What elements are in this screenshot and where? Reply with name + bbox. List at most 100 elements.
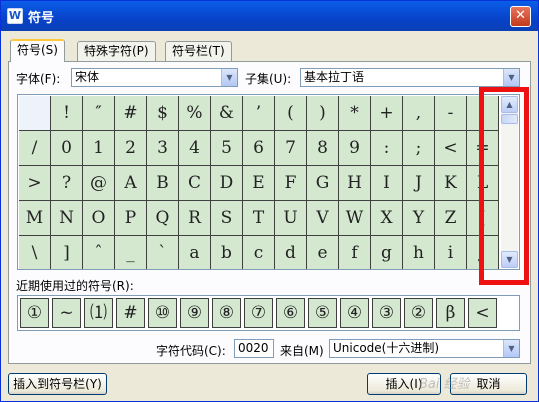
recent-symbol-cell[interactable]: ④: [340, 298, 369, 328]
symbol-cell[interactable]: 0: [51, 131, 83, 166]
recent-symbol-cell[interactable]: ⑤: [308, 298, 337, 328]
recent-symbol-cell[interactable]: <: [468, 298, 497, 328]
symbol-cell[interactable]: [: [467, 201, 499, 236]
symbol-cell[interactable]: J: [403, 166, 435, 201]
symbol-cell[interactable]: C: [179, 166, 211, 201]
symbol-cell[interactable]: !: [51, 96, 83, 131]
symbol-cell[interactable]: /: [19, 131, 51, 166]
symbol-cell[interactable]: b: [211, 236, 243, 269]
symbol-cell[interactable]: e: [307, 236, 339, 269]
title-bar[interactable]: W 符号 ✕: [1, 1, 538, 31]
recent-symbol-cell[interactable]: ⑩: [148, 298, 177, 328]
symbol-cell[interactable]: 7: [275, 131, 307, 166]
symbol-cell[interactable]: h: [403, 236, 435, 269]
symbol-cell[interactable]: ˆ: [83, 236, 115, 269]
symbol-cell[interactable]: 9: [339, 131, 371, 166]
symbol-cell[interactable]: +: [371, 96, 403, 131]
symbol-cell[interactable]: F: [275, 166, 307, 201]
symbol-cell[interactable]: G: [307, 166, 339, 201]
tab-special-chars[interactable]: 特殊字符(P): [77, 41, 156, 61]
symbol-cell[interactable]: P: [115, 201, 147, 236]
symbol-cell[interactable]: *: [339, 96, 371, 131]
symbol-cell[interactable]: 5: [211, 131, 243, 166]
symbol-cell[interactable]: I: [371, 166, 403, 201]
symbol-cell[interactable]: M: [19, 201, 51, 236]
symbol-cell[interactable]: -: [435, 96, 467, 131]
recent-symbol-cell[interactable]: ~: [52, 298, 81, 328]
recent-symbol-cell[interactable]: β: [436, 298, 465, 328]
symbol-cell[interactable]: T: [243, 201, 275, 236]
symbol-cell[interactable]: j: [467, 236, 499, 269]
symbol-cell[interactable]: i: [435, 236, 467, 269]
recent-symbol-cell[interactable]: ①: [20, 298, 49, 328]
recent-symbol-cell[interactable]: ②: [404, 298, 433, 328]
symbol-cell[interactable]: _: [115, 236, 147, 269]
insert-to-symbol-bar-button[interactable]: 插入到符号栏(Y): [8, 373, 107, 395]
symbol-cell[interactable]: f: [339, 236, 371, 269]
tab-symbol-bar[interactable]: 符号栏(T): [165, 41, 232, 61]
symbol-cell[interactable]: Y: [403, 201, 435, 236]
symbol-cell[interactable]: B: [147, 166, 179, 201]
symbol-cell[interactable]: N: [51, 201, 83, 236]
recent-symbol-cell[interactable]: ⑧: [212, 298, 241, 328]
symbol-cell[interactable]: E: [243, 166, 275, 201]
symbol-cell[interactable]: ;: [403, 131, 435, 166]
symbol-cell[interactable]: L: [467, 166, 499, 201]
symbol-cell[interactable]: #: [115, 96, 147, 131]
cancel-button[interactable]: 取消: [450, 373, 527, 395]
symbol-cell[interactable]: V: [307, 201, 339, 236]
symbol-cell[interactable]: ]: [51, 236, 83, 269]
symbol-cell[interactable]: >: [19, 166, 51, 201]
symbol-cell[interactable]: 8: [307, 131, 339, 166]
symbol-cell[interactable]: &: [211, 96, 243, 131]
symbol-cell[interactable]: @: [83, 166, 115, 201]
symbol-cell[interactable]: (: [275, 96, 307, 131]
font-select[interactable]: 宋体 ▼: [71, 68, 238, 87]
symbol-cell[interactable]: ?: [51, 166, 83, 201]
symbol-cell[interactable]: Q: [147, 201, 179, 236]
chevron-down-icon[interactable]: ▼: [221, 69, 237, 86]
symbol-cell[interactable]: O: [83, 201, 115, 236]
recent-symbol-cell[interactable]: ⑥: [276, 298, 305, 328]
symbol-cell[interactable]: g: [371, 236, 403, 269]
symbol-grid[interactable]: ! ″ # $% &’() * +, -. /0 1 2 3 4 5 6 7 8 9:; < = >? @ A B C D E F G H…: [19, 96, 502, 269]
symbol-cell[interactable]: :: [371, 131, 403, 166]
symbol-cell[interactable]: W: [339, 201, 371, 236]
symbol-cell[interactable]: 3: [147, 131, 179, 166]
symbol-cell[interactable]: =: [467, 131, 499, 166]
symbol-cell[interactable]: <: [435, 131, 467, 166]
recent-symbol-cell[interactable]: ③: [372, 298, 401, 328]
symbol-cell[interactable]: S: [211, 201, 243, 236]
symbol-cell[interactable]: X: [371, 201, 403, 236]
scroll-up-icon[interactable]: ▲: [501, 96, 518, 113]
recent-symbol-cell[interactable]: ⑦: [244, 298, 273, 328]
symbol-cell[interactable]: c: [243, 236, 275, 269]
symbol-cell[interactable]: 6: [243, 131, 275, 166]
tab-symbols[interactable]: 符号(S): [10, 39, 65, 62]
symbol-cell[interactable]: H: [339, 166, 371, 201]
symbol-cell[interactable]: 1: [83, 131, 115, 166]
symbol-cell[interactable]: a: [179, 236, 211, 269]
insert-button[interactable]: 插入(I): [367, 373, 441, 395]
symbol-cell[interactable]: `: [147, 236, 179, 269]
subset-select[interactable]: 基本拉丁语 ▼: [300, 68, 520, 87]
close-button[interactable]: ✕: [510, 6, 531, 27]
symbol-cell[interactable]: .: [467, 96, 499, 131]
scroll-thumb[interactable]: [501, 114, 518, 124]
symbol-cell[interactable]: ″: [83, 96, 115, 131]
symbol-cell[interactable]: [19, 96, 51, 131]
symbol-cell[interactable]: 2: [115, 131, 147, 166]
symbol-cell[interactable]: d: [275, 236, 307, 269]
symbol-cell[interactable]: Z: [435, 201, 467, 236]
symbol-cell[interactable]: D: [211, 166, 243, 201]
symbol-cell[interactable]: $: [147, 96, 179, 131]
symbol-cell[interactable]: U: [275, 201, 307, 236]
symbol-cell[interactable]: R: [179, 201, 211, 236]
symbol-cell[interactable]: A: [115, 166, 147, 201]
chevron-down-icon[interactable]: ▼: [503, 69, 519, 86]
recent-symbol-cell[interactable]: ⑨: [180, 298, 209, 328]
chevron-down-icon[interactable]: ▼: [503, 340, 519, 357]
symbol-cell[interactable]: %: [179, 96, 211, 131]
symbol-cell[interactable]: ): [307, 96, 339, 131]
symbol-cell[interactable]: K: [435, 166, 467, 201]
